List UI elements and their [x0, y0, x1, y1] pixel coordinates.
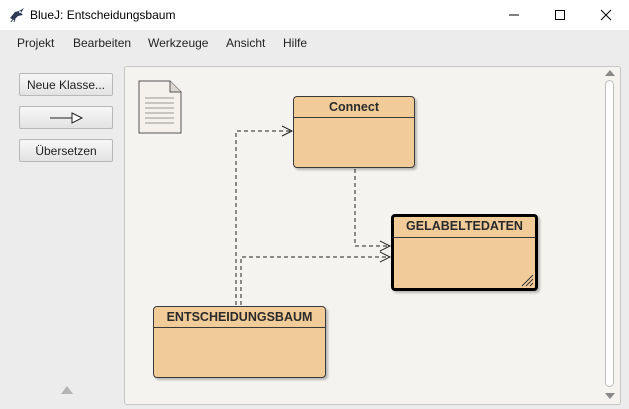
bluej-bird-icon [10, 8, 24, 23]
menu-bar: Projekt Bearbeiten Werkzeuge Ansicht Hil… [0, 30, 629, 56]
close-button[interactable] [583, 0, 629, 30]
project-name: Entscheidungsbaum [66, 8, 176, 22]
close-icon [600, 9, 612, 21]
menu-bearbeiten[interactable]: Bearbeiten [73, 36, 131, 50]
menu-hilfe[interactable]: Hilfe [283, 36, 307, 50]
scroll-down-icon[interactable] [605, 393, 615, 399]
app-name: BlueJ: [30, 8, 64, 22]
class-connect[interactable]: Connect [293, 96, 415, 168]
menu-projekt[interactable]: Projekt [17, 36, 54, 50]
minimize-button[interactable] [491, 0, 537, 30]
class-name: ENTSCHEIDUNGSBAUM [154, 307, 325, 328]
window-title: BlueJ: Entscheidungsbaum [30, 8, 175, 22]
class-gelabeltedaten[interactable]: GELABELTEDATEN [391, 214, 538, 291]
class-entscheidungsbaum[interactable]: ENTSCHEIDUNGSBAUM [153, 306, 326, 378]
maximize-icon [555, 10, 565, 20]
compile-button[interactable]: Übersetzen [19, 139, 113, 162]
minimize-icon [509, 14, 519, 16]
new-class-button[interactable]: Neue Klasse... [19, 73, 113, 96]
scrollbar-thumb[interactable] [605, 80, 614, 387]
maximize-button[interactable] [537, 0, 583, 30]
class-name: Connect [294, 97, 414, 118]
scroll-up-icon[interactable] [605, 70, 615, 76]
class-name: GELABELTEDATEN [394, 217, 535, 238]
new-arrow-button[interactable] [19, 106, 113, 129]
resize-handle-icon[interactable] [518, 271, 534, 287]
menu-ansicht[interactable]: Ansicht [226, 36, 265, 50]
inheritance-arrow-icon [50, 111, 84, 124]
menu-werkzeuge[interactable]: Werkzeuge [148, 36, 208, 50]
collapse-arrow-icon[interactable] [61, 386, 73, 394]
title-bar: BlueJ: Entscheidungsbaum [0, 0, 629, 30]
readme-note-icon[interactable] [138, 80, 182, 134]
